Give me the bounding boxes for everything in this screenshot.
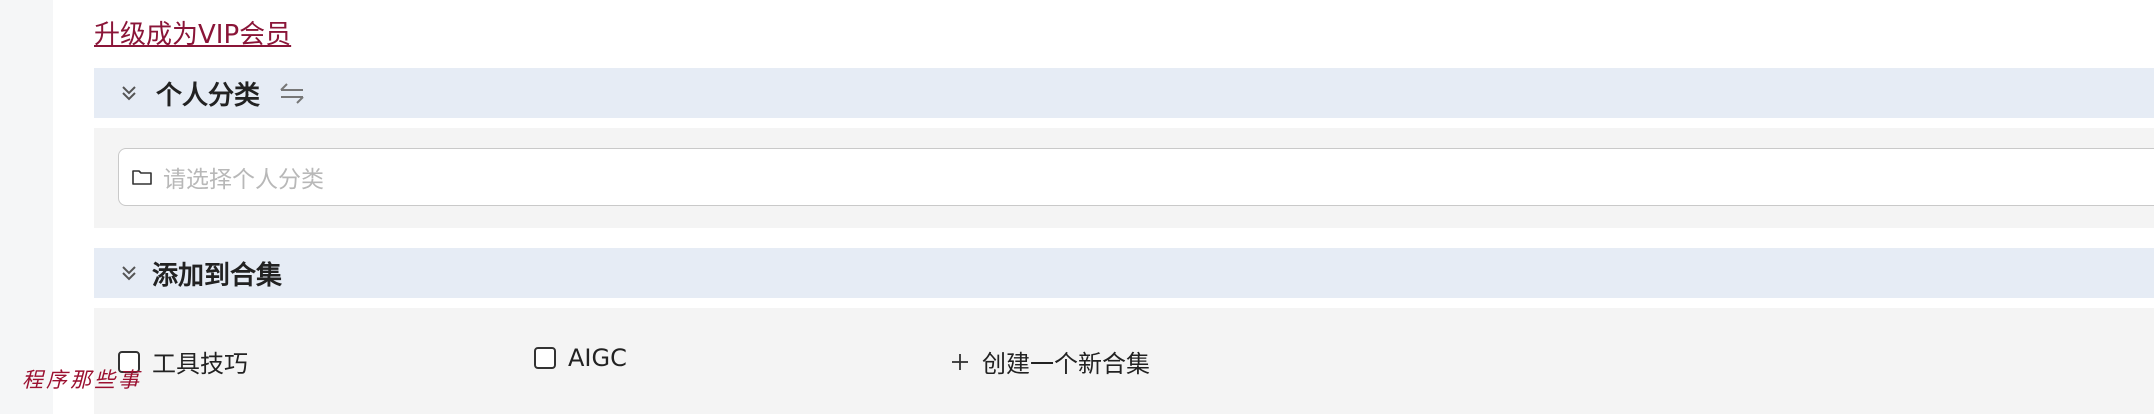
double-chevron-down-icon[interactable]: [118, 262, 140, 284]
personal-category-select[interactable]: 请选择个人分类: [118, 148, 2154, 206]
swap-icon[interactable]: [278, 82, 306, 104]
left-gutter: [0, 0, 53, 414]
upgrade-vip-link[interactable]: 升级成为VIP会员: [94, 14, 291, 51]
personal-category-panel: 请选择个人分类: [94, 128, 2154, 228]
collection-option-label: AIGC: [568, 344, 627, 372]
create-collection-label: 创建一个新合集: [982, 350, 1150, 378]
checkbox[interactable]: [534, 347, 556, 369]
watermark: 程序那些事: [22, 368, 142, 392]
folder-icon: [132, 170, 152, 185]
create-collection-button[interactable]: 创建一个新合集: [950, 344, 1150, 379]
collection-option-aigc[interactable]: AIGC: [534, 344, 627, 372]
personal-category-title: 个人分类: [156, 80, 261, 111]
plus-icon: [952, 353, 968, 370]
double-chevron-down-icon[interactable]: [118, 82, 140, 104]
select-placeholder: 请选择个人分类: [163, 167, 324, 193]
collection-panel: 工具技巧 AIGC 创建一个新合集: [94, 308, 2154, 414]
collection-option-label: 工具技巧: [152, 350, 248, 378]
add-to-collection-title: 添加到合集: [152, 260, 283, 291]
add-to-collection-header[interactable]: 添加到合集: [94, 248, 2154, 298]
personal-category-header[interactable]: 个人分类: [94, 68, 2154, 118]
